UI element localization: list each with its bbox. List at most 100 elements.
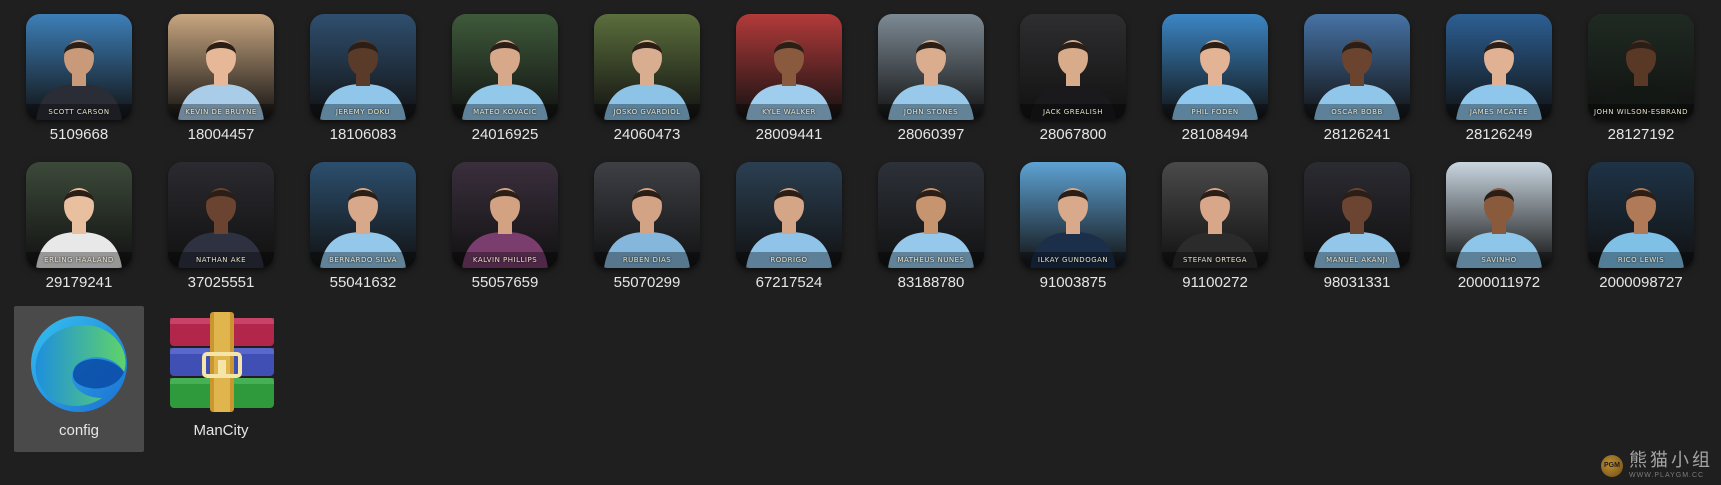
player-name-caption: MATEO KOVACIC [473,108,537,116]
file-label: 28127192 [1607,126,1675,143]
player-name-caption: JOHN STONES [903,108,959,116]
player-name-caption: RODRIGO [770,256,808,264]
player-name-caption: KEVIN DE BRUYNE [185,108,257,116]
file-label: 55070299 [613,274,681,291]
player-name-caption: RICO LEWIS [1617,256,1665,264]
desktop-file-24016925[interactable]: MATEO KOVACIC 24016925 [440,10,570,156]
desktop-file-18004457[interactable]: KEVIN DE BRUYNE 18004457 [156,10,286,156]
image-thumbnail: MATHEUS NUNES [878,162,984,268]
image-thumbnail: SCOTT CARSON [26,14,132,120]
desktop-file-67217524[interactable]: RODRIGO 67217524 [724,158,854,304]
image-thumbnail: SAVINHO [1446,162,1552,268]
file-label: ManCity [193,422,249,439]
watermark-text-block: 熊猫小组 WWW.PLAYGM.CC [1629,450,1713,480]
player-name-caption: ILKAY GUNDOGAN [1037,256,1109,264]
image-thumbnail: MATEO KOVACIC [452,14,558,120]
desktop-file-18106083[interactable]: JEREMY DOKU 18106083 [298,10,428,156]
image-thumbnail: KALVIN PHILLIPS [452,162,558,268]
desktop-file-91100272[interactable]: STEFAN ORTEGA 91100272 [1150,158,1280,304]
player-name-caption: JAMES MCATEE [1469,108,1529,116]
file-label: 18004457 [187,126,255,143]
player-name-caption: RUBEN DIAS [622,256,672,264]
file-label: config [58,422,100,439]
desktop-file-5109668[interactable]: SCOTT CARSON 5109668 [14,10,144,156]
file-label: 91003875 [1039,274,1107,291]
player-name-caption: STEFAN ORTEGA [1182,256,1248,264]
player-name-caption: KALVIN PHILLIPS [472,256,538,264]
desktop-file-28108494[interactable]: PHIL FODEN 28108494 [1150,10,1280,156]
player-name-caption: KYLE WALKER [762,108,816,116]
watermark-text: 熊猫小组 [1629,450,1713,471]
desktop-file-29179241[interactable]: ERLING HAALAND 29179241 [14,158,144,304]
image-thumbnail: ERLING HAALAND [26,162,132,268]
desktop-file-28060397[interactable]: JOHN STONES 28060397 [866,10,996,156]
player-name-caption: JOSKO GVARDIOL [613,108,681,116]
watermark: PGM 熊猫小组 WWW.PLAYGM.CC [1601,452,1713,479]
desktop-file-28127192[interactable]: JOHN WILSON-ESBRAND 28127192 [1576,10,1706,156]
image-thumbnail: JEREMY DOKU [310,14,416,120]
desktop-file-28067800[interactable]: JACK GREALISH 28067800 [1008,10,1138,156]
watermark-logo-icon: PGM [1601,454,1623,477]
file-label: 28108494 [1181,126,1249,143]
desktop-file-55041632[interactable]: BERNARDO SILVA 55041632 [298,158,428,304]
image-thumbnail: STEFAN ORTEGA [1162,162,1268,268]
desktop-file-55057659[interactable]: KALVIN PHILLIPS 55057659 [440,158,570,304]
desktop-file-config[interactable]: config [14,306,144,452]
image-thumbnail: RICO LEWIS [1588,162,1694,268]
file-label: 28009441 [755,126,823,143]
file-label: 83188780 [897,274,965,291]
image-thumbnail: JACK GREALISH [1020,14,1126,120]
image-thumbnail: MANUEL AKANJI [1304,162,1410,268]
player-name-caption: JEREMY DOKU [335,108,391,116]
file-label: 55057659 [471,274,539,291]
image-thumbnail: KEVIN DE BRUYNE [168,14,274,120]
image-thumbnail: JOHN WILSON-ESBRAND [1588,14,1694,120]
desktop: SCOTT CARSON 5109668 KEVIN DE BRUYNE 180044… [0,0,1721,485]
desktop-file-37025551[interactable]: NATHAN AKE 37025551 [156,158,286,304]
desktop-file-55070299[interactable]: RUBEN DIAS 55070299 [582,158,712,304]
file-label: 28067800 [1039,126,1107,143]
file-label: 24016925 [471,126,539,143]
file-label: 28060397 [897,126,965,143]
desktop-file-2000098727[interactable]: RICO LEWIS 2000098727 [1576,158,1706,304]
desktop-file-28009441[interactable]: KYLE WALKER 28009441 [724,10,854,156]
image-thumbnail: ILKAY GUNDOGAN [1020,162,1126,268]
player-name-caption: JOHN WILSON-ESBRAND [1593,108,1689,116]
file-label: 2000011972 [1457,274,1541,291]
watermark-logo-text: PGM [1604,462,1620,469]
player-name-caption: MATHEUS NUNES [897,256,965,264]
player-name-caption: ERLING HAALAND [44,256,114,264]
image-thumbnail: KYLE WALKER [736,14,842,120]
watermark-url: WWW.PLAYGM.CC [1629,472,1705,479]
desktop-file-28126241[interactable]: OSCAR BOBB 28126241 [1292,10,1422,156]
player-name-caption: SCOTT CARSON [48,108,110,116]
desktop-icon-grid: SCOTT CARSON 5109668 KEVIN DE BRUYNE 180044… [14,10,1718,452]
image-thumbnail: OSCAR BOBB [1304,14,1410,120]
image-thumbnail: JAMES MCATEE [1446,14,1552,120]
file-label: 28126249 [1465,126,1533,143]
winrar-archive-icon [160,310,282,416]
file-label: 55041632 [329,274,397,291]
file-label: 24060473 [613,126,681,143]
player-name-caption: MANUEL AKANJI [1326,256,1388,264]
desktop-file-24060473[interactable]: JOSKO GVARDIOL 24060473 [582,10,712,156]
image-thumbnail: JOHN STONES [878,14,984,120]
image-thumbnail: RODRIGO [736,162,842,268]
file-label: 29179241 [45,274,113,291]
desktop-file-98031331[interactable]: MANUEL AKANJI 98031331 [1292,158,1422,304]
desktop-file-mancity[interactable]: ManCity [156,306,286,452]
edge-browser-icon [18,310,140,416]
image-thumbnail: RUBEN DIAS [594,162,700,268]
desktop-file-91003875[interactable]: ILKAY GUNDOGAN 91003875 [1008,158,1138,304]
desktop-file-83188780[interactable]: MATHEUS NUNES 83188780 [866,158,996,304]
player-name-caption: OSCAR BOBB [1331,108,1383,116]
file-label: 18106083 [329,126,397,143]
desktop-file-2000011972[interactable]: SAVINHO 2000011972 [1434,158,1564,304]
player-name-caption: SAVINHO [1481,256,1517,264]
file-label: 5109668 [49,126,109,143]
image-thumbnail: NATHAN AKE [168,162,274,268]
image-thumbnail: BERNARDO SILVA [310,162,416,268]
desktop-file-28126249[interactable]: JAMES MCATEE 28126249 [1434,10,1564,156]
image-thumbnail: JOSKO GVARDIOL [594,14,700,120]
player-name-caption: NATHAN AKE [195,256,247,264]
